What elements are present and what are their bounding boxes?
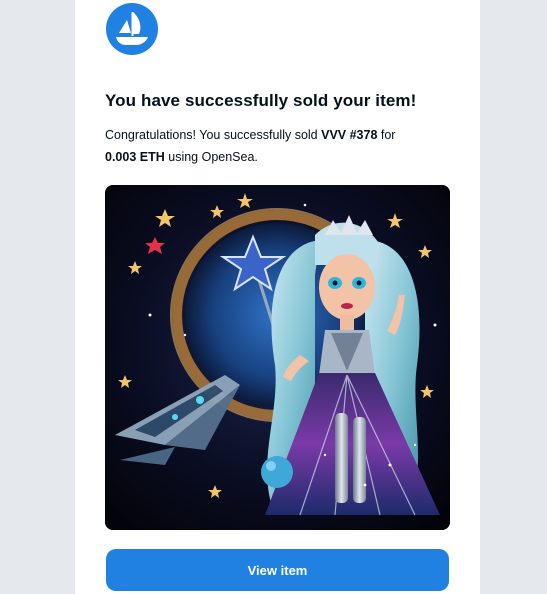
email-title: You have successfully sold your item! [105, 91, 417, 110]
sale-message: Congratulations! You successfully sold V… [105, 124, 450, 168]
view-item-button[interactable]: View item [106, 549, 449, 591]
nft-item-image[interactable] [105, 185, 450, 530]
message-outro: using OpenSea. [164, 150, 258, 164]
opensea-logo-icon [106, 3, 158, 55]
message-intro: Congratulations! You successfully sold [105, 128, 322, 142]
message-for: for [377, 128, 396, 142]
email-card: You have successfully sold your item! Co… [75, 0, 480, 594]
item-name: VVV #378 [321, 128, 378, 142]
sale-price: 0.003 ETH [105, 150, 165, 164]
